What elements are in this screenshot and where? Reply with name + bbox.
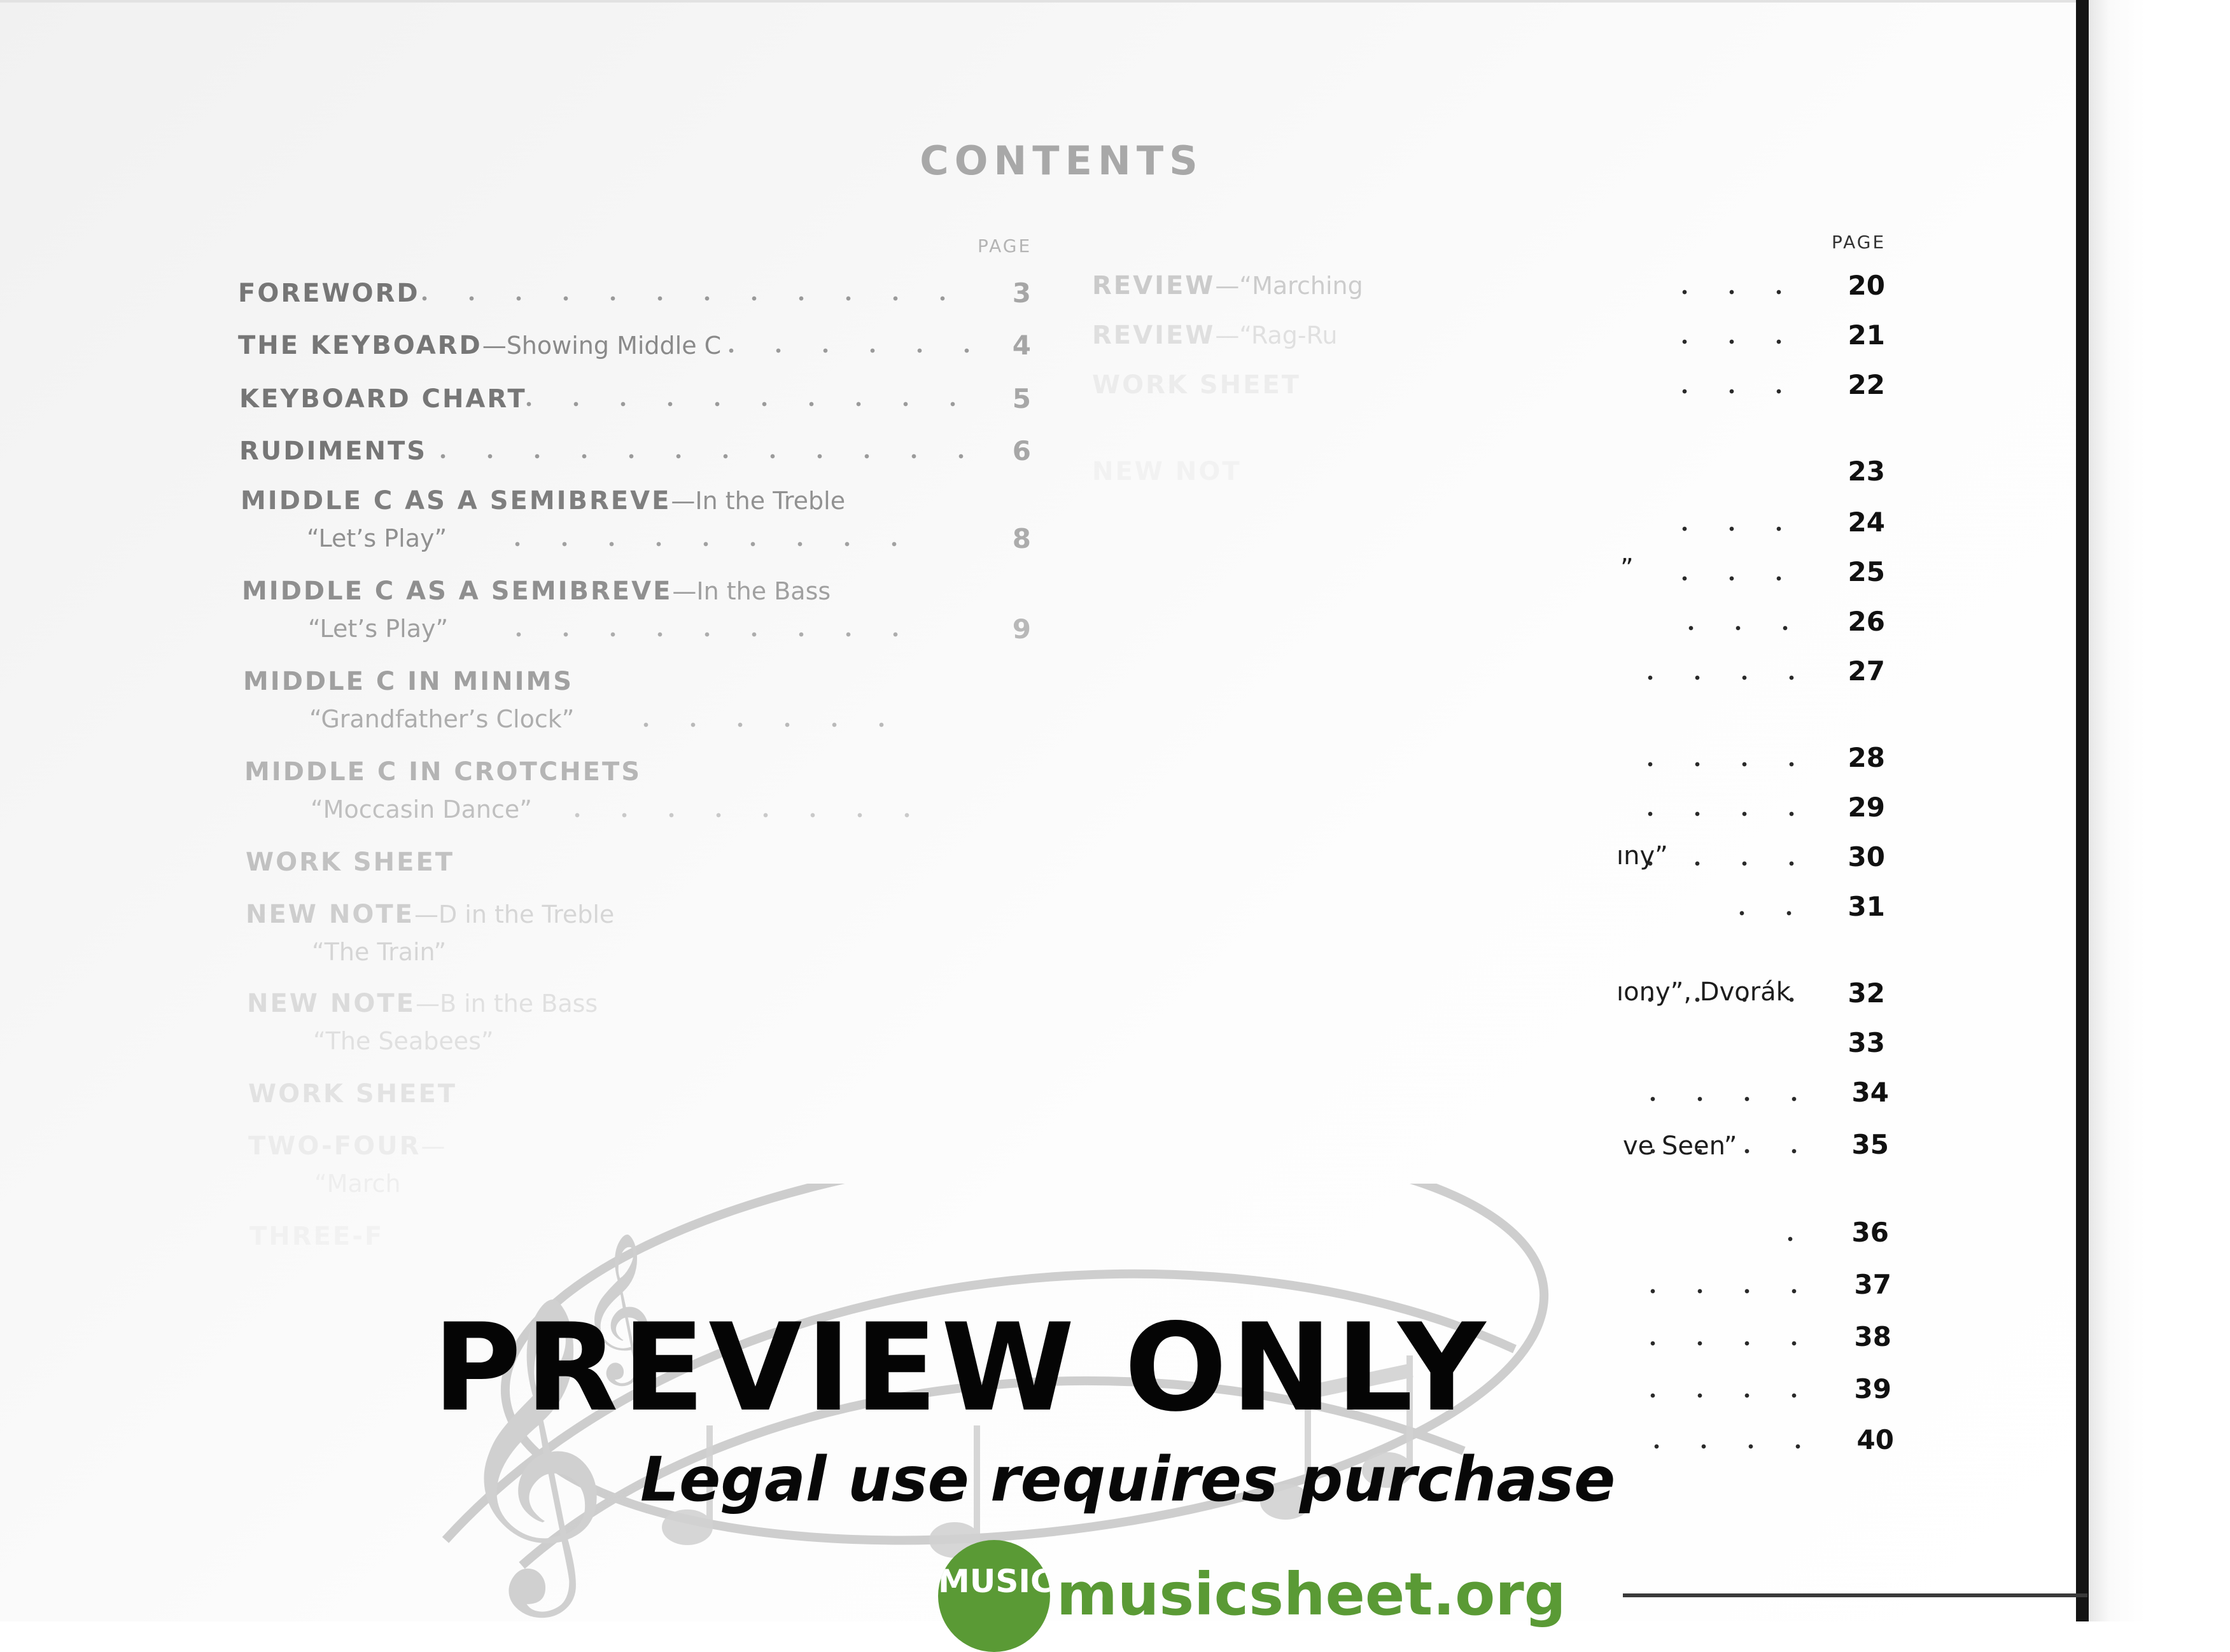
- leader-dots: [622, 722, 916, 728]
- entry-piece-title: “The Train”: [312, 938, 447, 966]
- entry-page-number: 21: [1848, 319, 1885, 351]
- entry-heading: NEW NOT: [1092, 457, 1242, 486]
- contents-entry: 34: [0, 1078, 2230, 1116]
- contents-entry: 28: [0, 743, 2230, 781]
- leader-dots: [1633, 1443, 1833, 1450]
- title-fragment: ”: [1620, 554, 1634, 583]
- contents-entry: REVIEW—“Marching 20: [0, 271, 2230, 309]
- entry-title: REVIEW—“Marching: [1092, 271, 1363, 300]
- leader-dots: [1629, 1392, 1827, 1399]
- title-fragment: ıony”, Dvorák: [1616, 977, 1791, 1007]
- entry-title: REVIEW—“Rag-Ru: [1092, 321, 1337, 350]
- contents-entry: 31: [0, 892, 2230, 930]
- leader-dots: [1627, 761, 1820, 767]
- leader-dots: [1661, 339, 1820, 345]
- contents-entry: NEW NOT 23: [0, 457, 2230, 495]
- page-title: CONTENTS: [920, 137, 1203, 184]
- page-column-header-right: PAGE: [1832, 232, 1886, 253]
- musicsheet-logo-text: musicsheet.org: [1056, 1560, 1566, 1628]
- entry-page-number: 27: [1848, 655, 1885, 687]
- leader-dots: [1661, 289, 1820, 295]
- contents-entry: 33: [0, 1028, 2230, 1067]
- page-column-header-left: PAGE: [978, 235, 1032, 256]
- entry-heading: REVIEW: [1092, 321, 1216, 350]
- entry-heading: WORK SHEET: [1092, 370, 1301, 400]
- entry-page-number: 35: [1851, 1129, 1889, 1160]
- entry-description: —“Rag-Ru: [1215, 321, 1338, 349]
- entry-page-number: 40: [1856, 1424, 1894, 1455]
- contents-entry: 27: [0, 657, 2230, 695]
- entry-page-number: 24: [1848, 507, 1885, 538]
- entry-page-number: 28: [1848, 742, 1885, 773]
- entry-page-number: 37: [1854, 1269, 1891, 1300]
- musicsheet-logo-badge: MUSIC: [938, 1540, 1050, 1652]
- leader-dots: [1629, 1288, 1827, 1294]
- entry-page-number: 39: [1854, 1373, 1891, 1404]
- title-fragment: ve Seen”: [1623, 1131, 1737, 1161]
- leader-dots: [1661, 575, 1820, 582]
- logo-badge-text: MUSIC: [938, 1563, 1050, 1600]
- contents-entry: 25: [0, 557, 2230, 596]
- contents-entry: REVIEW—“Rag-Ru 21: [0, 321, 2230, 359]
- contents-entry: 30: [0, 843, 2230, 881]
- leader-dots: [1627, 811, 1820, 817]
- entry-description: —“Marching: [1215, 272, 1363, 300]
- entry-page-number: 26: [1848, 606, 1885, 637]
- leader-dots: [1627, 675, 1820, 681]
- preview-watermark-subtitle: Legal use requires purchase: [640, 1444, 1616, 1515]
- contents-entry: 32: [0, 979, 2230, 1017]
- entry-page-number: 20: [1848, 270, 1885, 301]
- entry-title: WORK SHEET: [1092, 370, 1301, 400]
- entry-page-number: 30: [1848, 841, 1885, 872]
- entry-page-number: 22: [1848, 369, 1885, 400]
- entry-page-number: 31: [1848, 891, 1885, 922]
- entry-heading: REVIEW: [1092, 271, 1216, 300]
- entry-title: NEW NOT: [1092, 457, 1242, 486]
- entry-page-number: 25: [1848, 556, 1885, 587]
- entry-page-number: 23: [1848, 456, 1885, 487]
- entry-page-number: 38: [1854, 1321, 1891, 1352]
- contents-entry: 29: [0, 793, 2230, 831]
- preview-watermark-title: PREVIEW ONLY: [433, 1298, 1490, 1438]
- contents-entry: WORK SHEET 22: [0, 370, 2230, 409]
- leader-dots: [1718, 910, 1820, 916]
- entry-page-number: 36: [1851, 1217, 1889, 1248]
- leader-dots: [1667, 625, 1820, 631]
- page-top-edge: [0, 0, 2076, 3]
- leader-dots: [1629, 1096, 1827, 1102]
- entry-piece-title: “Grandfather’s Clock”: [309, 705, 575, 733]
- page-bottom-edge: [1623, 1593, 2087, 1597]
- contents-entry: 35: [0, 1130, 2230, 1168]
- entry-page-number: 29: [1848, 792, 1885, 823]
- entry-page-number: 34: [1851, 1077, 1889, 1108]
- contents-entry: 24: [0, 508, 2230, 546]
- leader-dots: [1661, 526, 1820, 532]
- entry-page-number: 32: [1848, 977, 1885, 1009]
- entry-page-number: 33: [1848, 1027, 1885, 1058]
- leader-dots: [1629, 1340, 1827, 1347]
- title-fragment: ıny”: [1616, 841, 1668, 871]
- contents-entry: 26: [0, 607, 2230, 645]
- leader-dots: [1661, 388, 1820, 395]
